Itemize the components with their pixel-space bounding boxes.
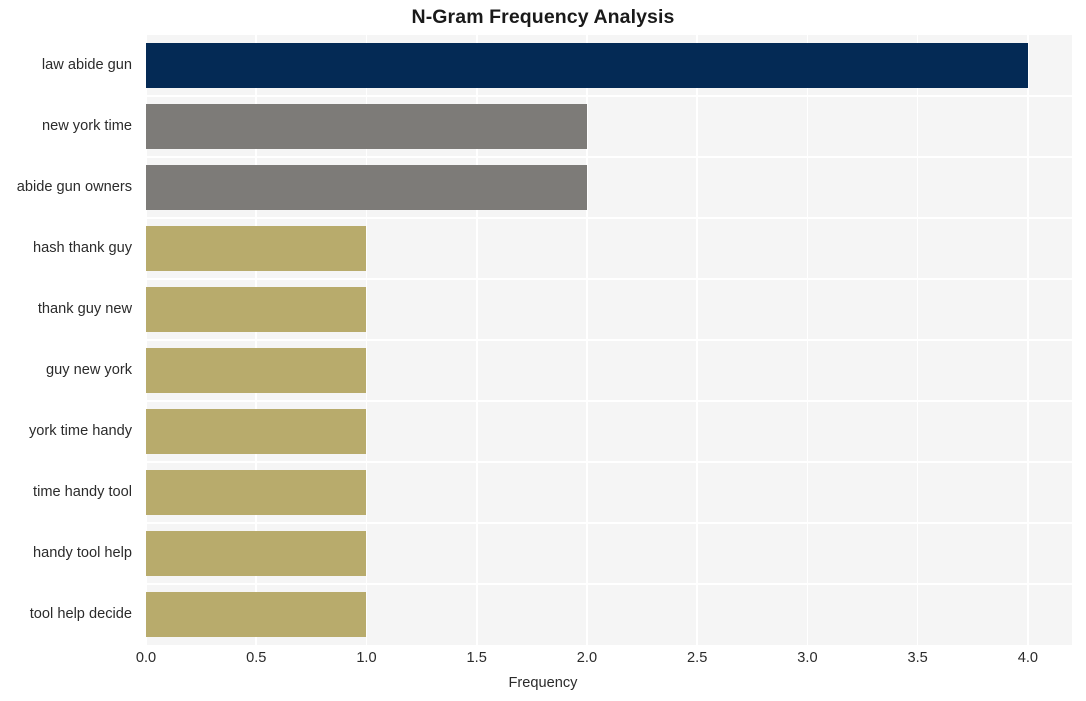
x-tick-label: 0.0 xyxy=(135,650,157,666)
y-tick-label: thank guy new xyxy=(37,300,132,317)
bar[interactable] xyxy=(146,226,367,271)
x-tick-label: 3.5 xyxy=(907,650,928,666)
bar[interactable] xyxy=(146,470,367,515)
bar[interactable] xyxy=(146,531,367,576)
x-tick-label: 2.5 xyxy=(687,650,708,666)
bar[interactable] xyxy=(146,348,367,393)
bar[interactable] xyxy=(146,409,367,454)
bar[interactable] xyxy=(146,287,367,332)
bar[interactable] xyxy=(146,592,367,637)
x-axis-label: Frequency xyxy=(508,675,578,691)
x-tick-label: 1.5 xyxy=(466,650,487,666)
horizontal-gridline-1 xyxy=(146,95,1072,97)
y-tick-label: hash thank guy xyxy=(33,239,132,256)
bar[interactable] xyxy=(146,104,587,149)
x-tick-label: 1.0 xyxy=(356,650,377,666)
horizontal-gridline-3 xyxy=(146,217,1072,219)
y-tick-label: time handy tool xyxy=(33,483,132,500)
x-tick-label: 4.0 xyxy=(1017,650,1039,666)
chart-figure: N-Gram Frequency Analysis law abide gun n… xyxy=(0,0,1086,701)
y-tick-label: abide gun owners xyxy=(16,178,132,195)
bar[interactable] xyxy=(146,43,1028,88)
plot-area xyxy=(146,35,1072,645)
bar[interactable] xyxy=(146,165,587,210)
x-axis-tick-labels: 0.0 0.5 1.0 1.5 2.0 2.5 3.0 3.5 4.0 xyxy=(0,650,1086,674)
horizontal-gridline-2 xyxy=(146,156,1072,158)
x-tick-label: 3.0 xyxy=(797,650,818,666)
y-tick-label: tool help decide xyxy=(29,605,132,622)
x-tick-label: 0.5 xyxy=(246,650,267,666)
x-tick-label: 2.0 xyxy=(576,650,598,666)
horizontal-gridline-5 xyxy=(146,339,1072,341)
y-tick-label: york time handy xyxy=(28,422,132,439)
horizontal-gridline-7 xyxy=(146,461,1072,463)
horizontal-gridline-6 xyxy=(146,400,1072,402)
y-tick-label: handy tool help xyxy=(33,544,132,561)
horizontal-gridline-9 xyxy=(146,583,1072,585)
y-tick-label: guy new york xyxy=(46,361,132,378)
y-tick-label: new york time xyxy=(41,117,132,134)
y-tick-label: law abide gun xyxy=(41,56,132,73)
y-axis-tick-labels: law abide gun new york time abide gun owne… xyxy=(0,35,138,645)
horizontal-gridline-8 xyxy=(146,522,1072,524)
chart-title: N-Gram Frequency Analysis xyxy=(411,6,675,28)
horizontal-gridline-4 xyxy=(146,278,1072,280)
